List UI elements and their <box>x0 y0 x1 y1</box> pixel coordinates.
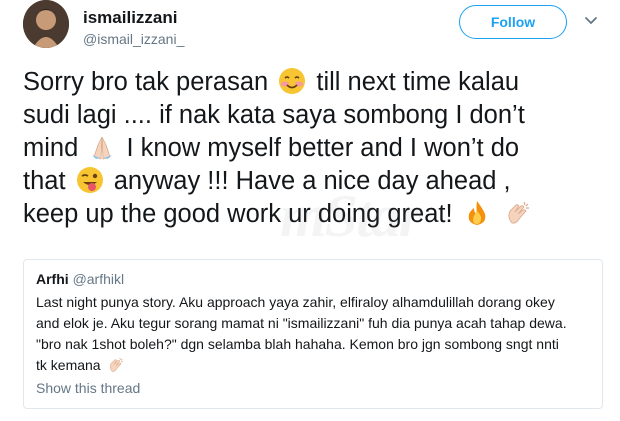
smiling-blushing-face-emoji <box>279 68 306 94</box>
folded-hands-emoji <box>92 136 113 160</box>
tweet-line: Sorry bro tak perasan till next time kal… <box>23 66 603 99</box>
tweet-text-segment: till next time kalau <box>316 68 520 96</box>
fire-emoji <box>468 201 485 225</box>
tweet-text-segment: mind <box>23 134 79 162</box>
quoted-line: and elok je. Aku tegur sorang mamat ni "… <box>36 315 567 331</box>
quoted-tweet[interactable]: Arfhi @arfhikl Last night punya story. A… <box>23 259 603 409</box>
quoted-text-segment: tk kemana <box>36 357 101 373</box>
tweet-text-segment: that <box>23 167 66 195</box>
tweet-line: that anyway !!! Have a nice day ahead , <box>23 165 603 198</box>
quoted-line: Last night punya story. Aku approach yay… <box>36 294 555 310</box>
tweet-line: mind I know myself better and I won’t do <box>23 132 603 165</box>
chevron-down-icon[interactable] <box>583 13 599 29</box>
tweet-text-segment: Sorry bro tak perasan <box>23 68 269 96</box>
tweet-line: sudi lagi .... if nak kata saya sombong … <box>23 99 603 132</box>
user-info: ismailizzani @ismail_izzani_ <box>83 8 184 48</box>
follow-button[interactable]: Follow <box>459 5 567 39</box>
tweet-text-segment: keep up the good work ur doing great! <box>23 200 453 228</box>
show-thread-link[interactable]: Show this thread <box>36 380 590 396</box>
quoted-user-handle: @arfhikl <box>72 271 125 287</box>
clapping-hands-emoji <box>110 357 124 372</box>
quoted-tweet-text: Last night punya story. Aku approach yay… <box>36 292 590 376</box>
avatar[interactable] <box>23 0 69 48</box>
tweet-text: Sorry bro tak perasan till next time kal… <box>23 66 603 231</box>
quoted-line: "bro nak 1shot boleh?" dgn selamba blah … <box>36 336 559 352</box>
tweet-line: keep up the good work ur doing great! <box>23 198 603 231</box>
tweet-header: ismailizzani @ismail_izzani_ Follow <box>23 0 603 60</box>
tweet-text-segment: sudi lagi .... if nak kata saya sombong … <box>23 101 525 129</box>
avatar-image <box>23 0 69 48</box>
user-handle[interactable]: @ismail_izzani_ <box>83 30 184 48</box>
display-name[interactable]: ismailizzani <box>83 8 184 28</box>
clapping-hands-emoji <box>508 201 529 224</box>
quoted-display-name: Arfhi <box>36 271 69 287</box>
quoted-tweet-header: Arfhi @arfhikl <box>36 270 590 288</box>
tweet-text-segment: I know myself better and I won’t do <box>126 134 520 162</box>
tweet-text-segment: anyway !!! Have a nice day ahead , <box>113 167 511 195</box>
winking-tongue-face-emoji <box>76 167 103 193</box>
quoted-line: tk kemana <box>36 355 590 376</box>
